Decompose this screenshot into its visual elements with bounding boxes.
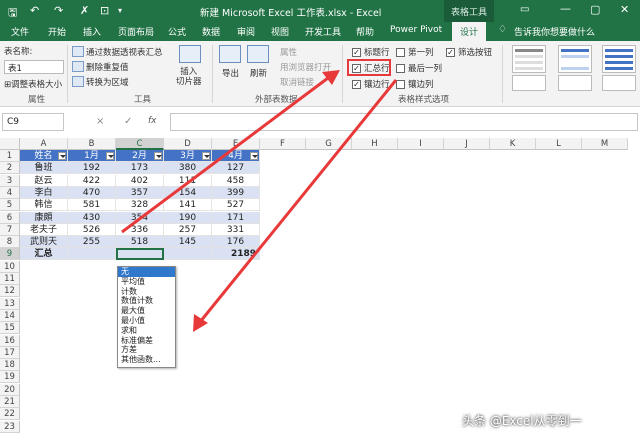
arrow-head xyxy=(322,70,340,85)
watermark: 头条 @Excel从零到一 xyxy=(462,414,582,428)
arrow-to-dropdown xyxy=(198,79,398,323)
annotation-arrows xyxy=(121,70,398,332)
arrow-to-total-row-option xyxy=(121,76,329,234)
